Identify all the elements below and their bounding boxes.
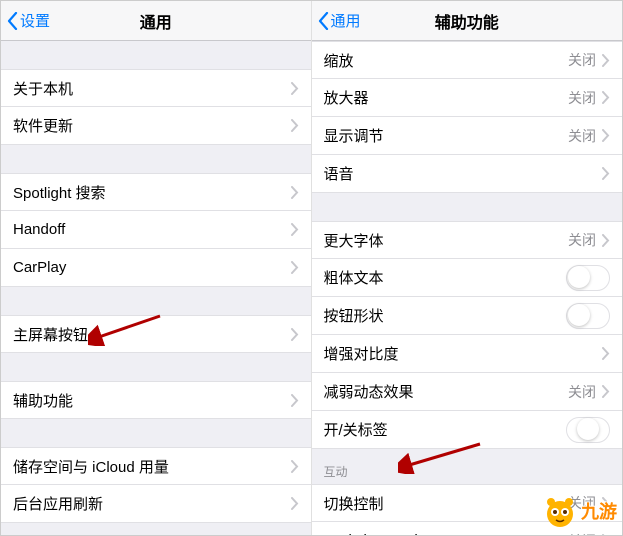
chevron-right-icon bbox=[291, 328, 299, 341]
settings-list-left: 关于本机 软件更新 Spotlight 搜索 Handoff CarPlay bbox=[1, 41, 311, 535]
back-label: 设置 bbox=[20, 10, 50, 31]
row-label: 切换控制 bbox=[324, 493, 569, 514]
toggle-button-shapes[interactable] bbox=[566, 303, 610, 329]
row-label: 软件更新 bbox=[13, 115, 291, 136]
row-button-shapes[interactable]: 按钮形状 bbox=[312, 297, 623, 335]
right-pane-accessibility: 通用 辅助功能 缩放 关闭 放大器 关闭 显示调节 关闭 语音 bbox=[312, 1, 623, 535]
chevron-right-icon bbox=[291, 460, 299, 473]
chevron-right-icon bbox=[602, 347, 610, 360]
row-larger-text[interactable]: 更大字体 关闭 bbox=[312, 221, 623, 259]
row-value: 关闭 bbox=[568, 230, 596, 250]
chevron-right-icon bbox=[602, 167, 610, 180]
row-bold-text[interactable]: 粗体文本 bbox=[312, 259, 623, 297]
row-label: 关于本机 bbox=[13, 78, 291, 99]
dual-screenshot-container: 设置 通用 关于本机 软件更新 Spotlight 搜索 Handoff bbox=[0, 0, 623, 536]
row-increase-contrast[interactable]: 增强对比度 bbox=[312, 335, 623, 373]
chevron-right-icon bbox=[291, 223, 299, 236]
row-label: CarPlay bbox=[13, 259, 291, 276]
row-display-accommodations[interactable]: 显示调节 关闭 bbox=[312, 117, 623, 155]
chevron-right-icon bbox=[291, 82, 299, 95]
settings-list-right: 缩放 关闭 放大器 关闭 显示调节 关闭 语音 更大字体 关闭 bbox=[312, 41, 623, 535]
row-value: 关闭 bbox=[568, 382, 596, 402]
chevron-left-icon bbox=[318, 12, 329, 30]
chevron-right-icon bbox=[602, 91, 610, 104]
row-storage[interactable]: 储存空间与 iCloud 用量 bbox=[1, 447, 311, 485]
toggle-onoff-labels[interactable] bbox=[566, 417, 610, 443]
navbar-right: 通用 辅助功能 bbox=[312, 1, 623, 41]
row-software-update[interactable]: 软件更新 bbox=[1, 107, 311, 145]
watermark-9game: 九游 bbox=[541, 492, 617, 530]
row-label: 放大器 bbox=[324, 87, 569, 108]
row-label: 缩放 bbox=[324, 50, 569, 71]
row-background-refresh[interactable]: 后台应用刷新 bbox=[1, 485, 311, 523]
section-header-interaction: 互动 bbox=[312, 449, 623, 484]
row-about[interactable]: 关于本机 bbox=[1, 69, 311, 107]
left-pane-general: 设置 通用 关于本机 软件更新 Spotlight 搜索 Handoff bbox=[1, 1, 312, 535]
row-label: 更大字体 bbox=[324, 230, 569, 251]
row-value: 关闭 bbox=[568, 126, 596, 146]
row-label: 按钮形状 bbox=[324, 305, 567, 326]
row-value: 关闭 bbox=[568, 531, 596, 536]
row-label: 后台应用刷新 bbox=[13, 493, 291, 514]
row-label: Handoff bbox=[13, 221, 291, 238]
row-onoff-labels[interactable]: 开/关标签 bbox=[312, 411, 623, 449]
row-value: 关闭 bbox=[568, 88, 596, 108]
row-spotlight[interactable]: Spotlight 搜索 bbox=[1, 173, 311, 211]
row-zoom[interactable]: 缩放 关闭 bbox=[312, 41, 623, 79]
chevron-right-icon bbox=[291, 186, 299, 199]
row-speech[interactable]: 语音 bbox=[312, 155, 623, 193]
back-button-general[interactable]: 通用 bbox=[312, 10, 361, 31]
row-carplay[interactable]: CarPlay bbox=[1, 249, 311, 287]
row-home-button[interactable]: 主屏幕按钮 bbox=[1, 315, 311, 353]
row-label: 主屏幕按钮 bbox=[13, 324, 291, 345]
mascot-icon bbox=[541, 492, 579, 530]
row-label: 开/关标签 bbox=[324, 419, 567, 440]
back-label: 通用 bbox=[331, 10, 361, 31]
chevron-right-icon bbox=[602, 534, 610, 535]
chevron-right-icon bbox=[602, 129, 610, 142]
row-label: 减弱动态效果 bbox=[324, 381, 569, 402]
chevron-right-icon bbox=[291, 119, 299, 132]
chevron-right-icon bbox=[602, 234, 610, 247]
row-value: 关闭 bbox=[568, 50, 596, 70]
row-accessibility[interactable]: 辅助功能 bbox=[1, 381, 311, 419]
row-magnifier[interactable]: 放大器 关闭 bbox=[312, 79, 623, 117]
row-label: 辅助功能 bbox=[13, 390, 291, 411]
row-label: Spotlight 搜索 bbox=[13, 182, 291, 203]
back-button-settings[interactable]: 设置 bbox=[1, 10, 50, 31]
row-handoff[interactable]: Handoff bbox=[1, 211, 311, 249]
row-reduce-motion[interactable]: 减弱动态效果 关闭 bbox=[312, 373, 623, 411]
row-label: 储存空间与 iCloud 用量 bbox=[13, 456, 291, 477]
chevron-right-icon bbox=[291, 261, 299, 274]
navbar-left: 设置 通用 bbox=[1, 1, 311, 41]
row-label: 显示调节 bbox=[324, 125, 569, 146]
row-label: 语音 bbox=[324, 163, 603, 184]
chevron-right-icon bbox=[602, 385, 610, 398]
chevron-left-icon bbox=[7, 12, 18, 30]
chevron-right-icon bbox=[291, 394, 299, 407]
row-label: AssistiveTouch bbox=[324, 532, 569, 535]
toggle-bold-text[interactable] bbox=[566, 265, 610, 291]
row-label: 粗体文本 bbox=[324, 267, 567, 288]
row-label: 增强对比度 bbox=[324, 343, 603, 364]
chevron-right-icon bbox=[602, 54, 610, 67]
chevron-right-icon bbox=[291, 497, 299, 510]
watermark-text: 九游 bbox=[581, 498, 617, 524]
